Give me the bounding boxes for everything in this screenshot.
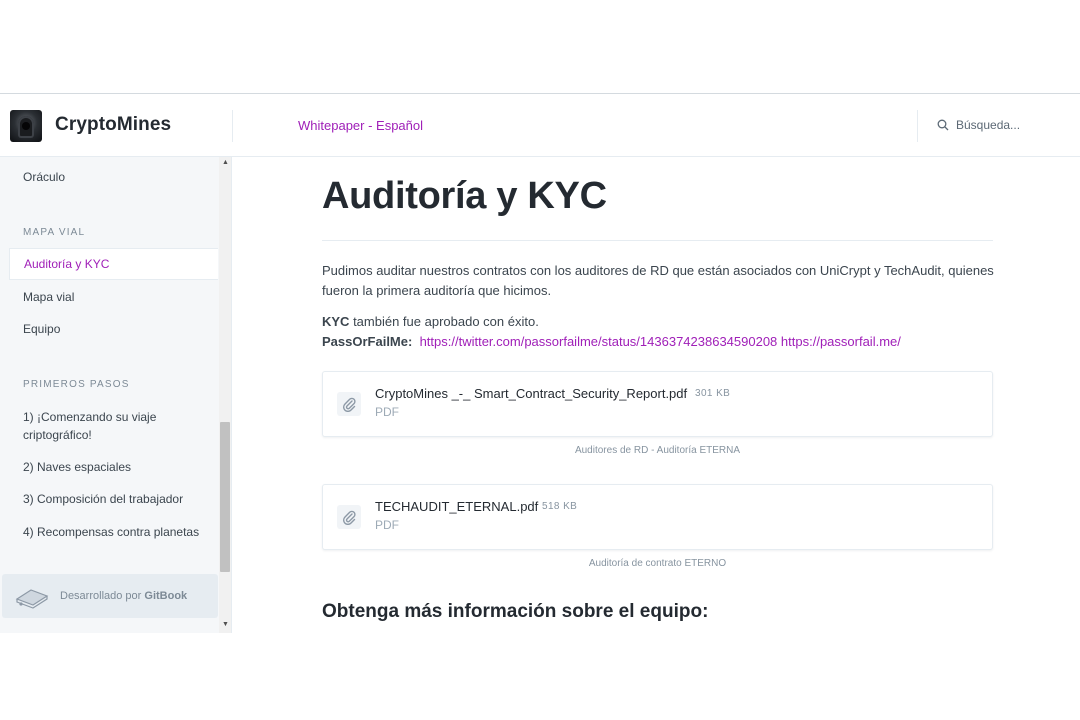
site-title[interactable]: CryptoMines [55,114,171,136]
file-attachment-card[interactable]: CryptoMines _-_ Smart_Contract_Security_… [322,371,993,437]
scrollbar-thumb[interactable] [220,422,230,572]
sidebar-item-auditoria-kyc[interactable]: Auditoría y KYC [9,248,218,280]
page-title: Auditoría y KYC [322,175,607,217]
paperclip-icon [337,392,361,416]
main-content: Auditoría y KYC Pudimos auditar nuestros… [233,157,1080,633]
powered-by-text: Desarrollado por GitBook [60,590,187,602]
section-heading: Obtenga más información sobre el equipo: [322,601,709,622]
header-divider [917,110,918,142]
scroll-up-icon[interactable]: ▲ [222,159,229,166]
passorfail-link[interactable]: https://passorfail.me/ [781,334,901,349]
kyc-text: también fue aprobado con éxito. [349,314,539,329]
sidebar-item-composicion[interactable]: 3) Composición del trabajador [9,490,218,508]
paperclip-glyph [342,397,356,412]
space-link[interactable]: Whitepaper - Español [298,118,423,133]
search-icon [937,119,949,131]
gitbook-brand: GitBook [144,590,188,602]
powered-by-gitbook[interactable]: Desarrollado por GitBook [2,574,218,618]
site-logo[interactable] [10,110,42,142]
title-divider [322,240,993,241]
file-name[interactable]: CryptoMines _-_ Smart_Contract_Security_… [375,386,687,401]
file-size: 301 KB [695,388,731,399]
hood-shadow [22,122,30,130]
sidebar-item-recompensas[interactable]: 4) Recompensas contra planetas [9,523,218,541]
search-placeholder[interactable]: Búsqueda... [956,118,1020,132]
file-type: PDF [375,405,399,419]
file-type: PDF [375,518,399,532]
paperclip-glyph [342,510,356,525]
sidebar-item-comenzando[interactable]: 1) ¡Comenzando su viaje criptográfico! [9,408,209,444]
sidebar: Oráculo MAPA VIAL Auditoría y KYC Mapa v… [0,157,232,633]
file-attachment-card[interactable]: TECHAUDIT_ETERNAL.pdf 518 KB PDF [322,484,993,550]
search-box[interactable]: Búsqueda... [937,118,1020,132]
scroll-down-icon[interactable]: ▼ [222,621,229,628]
sidebar-item-mapa-vial[interactable]: Mapa vial [9,288,218,306]
sidebar-item-naves[interactable]: 2) Naves espaciales [9,458,218,476]
kyc-bold: KYC [322,314,350,329]
gitbook-page: CryptoMines Whitepaper - Español Búsqued… [0,93,1080,633]
powered-prefix: Desarrollado por [60,590,142,602]
intro-paragraph: Pudimos auditar nuestros contratos con l… [322,263,994,298]
file-caption: Auditoría de contrato ETERNO [588,558,727,569]
twitter-link[interactable]: https://twitter.com/passorfailme/status/… [420,334,778,349]
file-name[interactable]: TECHAUDIT_ETERNAL.pdf [375,499,538,514]
header-divider [232,110,233,142]
top-header: CryptoMines Whitepaper - Español Búsqued… [0,93,1080,157]
file-size: 518 KB [542,501,578,512]
gitbook-book-icon [15,589,49,609]
sidebar-section-primeros-pasos: PRIMEROS PASOS [23,379,130,390]
sidebar-item-oraculo[interactable]: Oráculo [9,168,218,186]
kyc-paragraph: KYC también fue aprobado con éxito. Pass… [322,312,1002,352]
file-caption: Auditores de RD - Auditoría ETERNA [574,445,741,456]
sidebar-section-mapa-vial: MAPA VIAL [23,227,86,238]
sidebar-item-equipo[interactable]: Equipo [9,320,218,338]
passorfail-label: PassOrFailMe: [322,334,413,349]
paperclip-icon [337,505,361,529]
